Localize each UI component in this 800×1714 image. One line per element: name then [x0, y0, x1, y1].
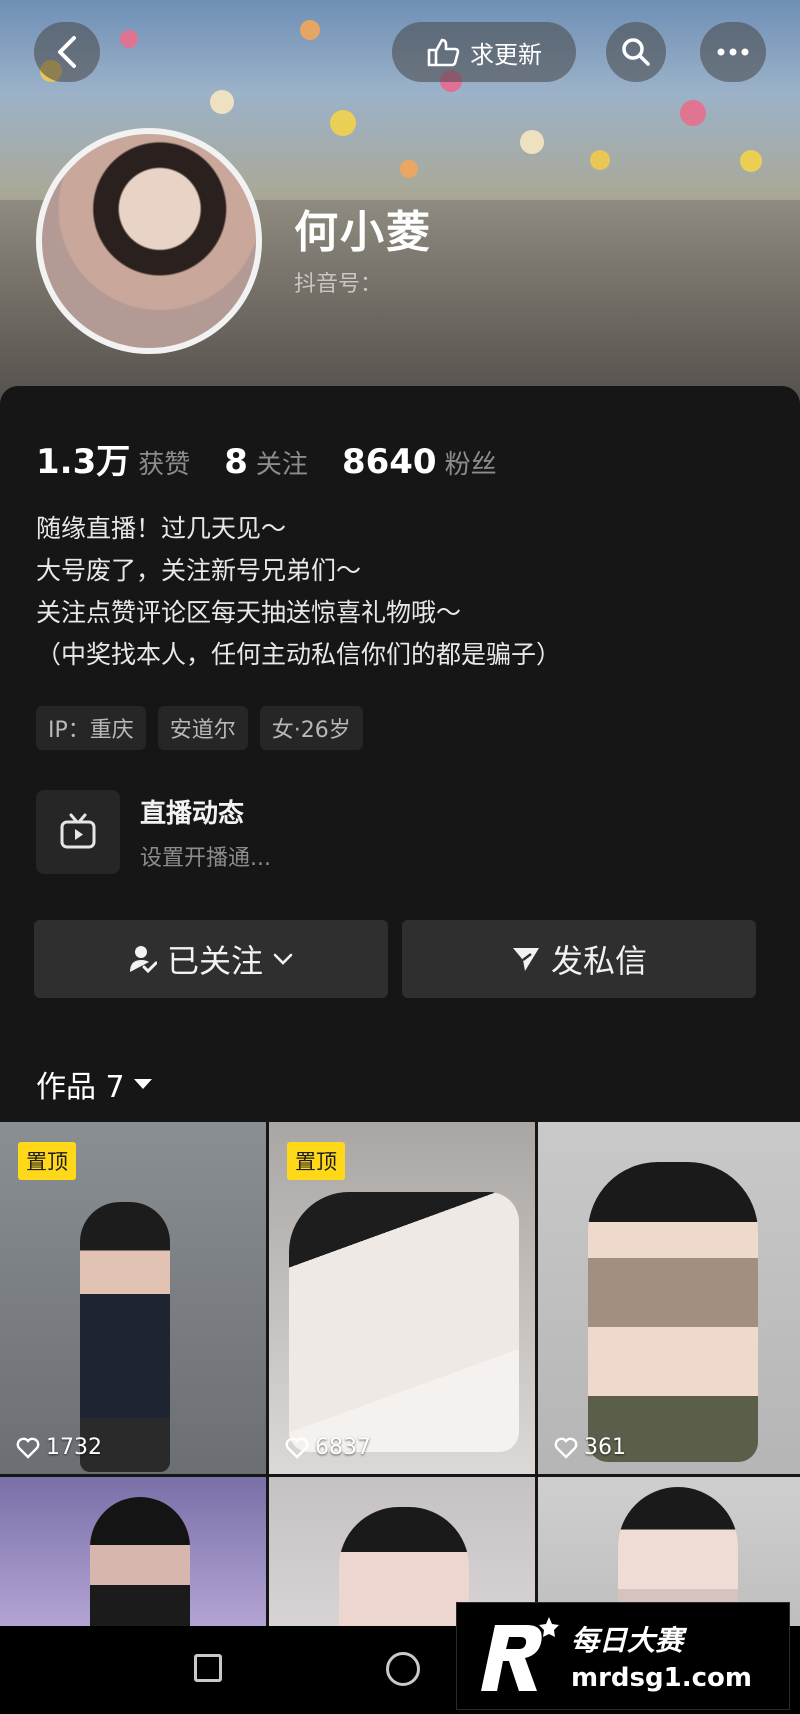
pinned-badge: 置顶 [18, 1142, 76, 1180]
likes-count: 1732 [46, 1435, 102, 1460]
works-grid: 置顶 1732 置顶 6837 361 [0, 1122, 800, 1637]
send-message-label: 发私信 [550, 942, 647, 980]
chevron-down-icon [273, 953, 293, 965]
video-thumbnail[interactable]: 置顶 1732 [0, 1122, 266, 1474]
bio-line: 大号废了，关注新号兄弟们～ [36, 556, 362, 585]
following-count[interactable]: 8 [224, 442, 248, 482]
live-updates-title: 直播动态 [140, 798, 245, 829]
back-button[interactable] [34, 22, 100, 82]
works-tab-label: 作品 7 [36, 1070, 125, 1105]
live-updates-entry[interactable]: 直播动态 设置开播通... [36, 790, 271, 874]
home-button[interactable] [386, 1652, 420, 1686]
video-thumbnail[interactable]: 置顶 6837 [269, 1122, 535, 1474]
send-message-button[interactable]: 发私信 [402, 920, 756, 998]
profile-name: 何小菱 [294, 207, 432, 258]
ip-location-tag: IP：重庆 [36, 706, 146, 750]
search-button[interactable] [606, 22, 666, 82]
video-likes: 361 [554, 1435, 626, 1460]
heart-icon [285, 1437, 309, 1459]
likes-label: 获赞 [138, 450, 191, 480]
pinned-badge: 置顶 [287, 1142, 345, 1180]
video-thumbnail[interactable] [0, 1477, 266, 1637]
douyin-id[interactable]: 抖音号： [294, 266, 382, 298]
recent-apps-button[interactable] [194, 1654, 222, 1682]
profile-card: 1.3万 获赞 8 关注 8640 粉丝 随缘直播！过几天见～ 大号废了，关注新… [0, 386, 800, 1116]
paper-plane-icon [512, 948, 539, 971]
gender-age-tag: 女·26岁 [259, 706, 363, 750]
tv-icon [36, 790, 120, 874]
likes-count: 1.3万 [36, 442, 131, 482]
r-star-logo-icon [481, 1617, 559, 1691]
more-dots-icon [717, 48, 749, 56]
watermark-title: 每日大赛 [571, 1624, 684, 1657]
profile-stats: 1.3万 获赞 8 关注 8640 粉丝 [36, 434, 531, 483]
live-updates-subtitle: 设置开播通... [140, 845, 271, 871]
watermark-url: mrdsg1.com [571, 1663, 752, 1693]
bio-line: 关注点赞评论区每天抽送惊喜礼物哦～ [36, 598, 462, 627]
following-label[interactable]: 关注 [256, 444, 308, 481]
heart-icon [554, 1437, 578, 1459]
user-check-icon [129, 946, 157, 974]
thumbs-up-icon [427, 38, 460, 67]
request-update-button[interactable]: 求更新 [392, 22, 576, 82]
followed-label: 已关注 [166, 942, 263, 980]
followers-label[interactable]: 粉丝 [445, 444, 497, 481]
request-update-label: 求更新 [470, 40, 542, 69]
profile-tags: IP：重庆 安道尔 女·26岁 [36, 706, 363, 750]
followers-count[interactable]: 8640 [342, 442, 437, 482]
video-likes: 6837 [285, 1435, 371, 1460]
profile-actions: 已关注 发私信 [34, 920, 756, 998]
video-thumbnail[interactable]: 361 [538, 1122, 800, 1474]
video-likes: 1732 [16, 1435, 102, 1460]
caret-down-icon [133, 1079, 152, 1089]
more-button[interactable] [700, 22, 766, 82]
avatar[interactable] [36, 128, 262, 354]
works-tab[interactable]: 作品 7 [36, 1062, 153, 1106]
heart-icon [16, 1437, 40, 1459]
likes-count: 361 [584, 1435, 626, 1460]
followed-button[interactable]: 已关注 [34, 920, 388, 998]
likes-count: 6837 [315, 1435, 371, 1460]
search-icon [622, 38, 650, 66]
bio: 随缘直播！过几天见～ 大号废了，关注新号兄弟们～ 关注点赞评论区每天抽送惊喜礼物… [36, 508, 561, 676]
bio-line: 随缘直播！过几天见～ [36, 514, 287, 543]
watermark: 每日大赛 mrdsg1.com [456, 1602, 790, 1710]
region-tag: 安道尔 [157, 706, 248, 750]
chevron-left-icon [58, 36, 76, 68]
bio-line: （中奖找本人，任何主动私信你们的都是骗子） [36, 640, 562, 669]
